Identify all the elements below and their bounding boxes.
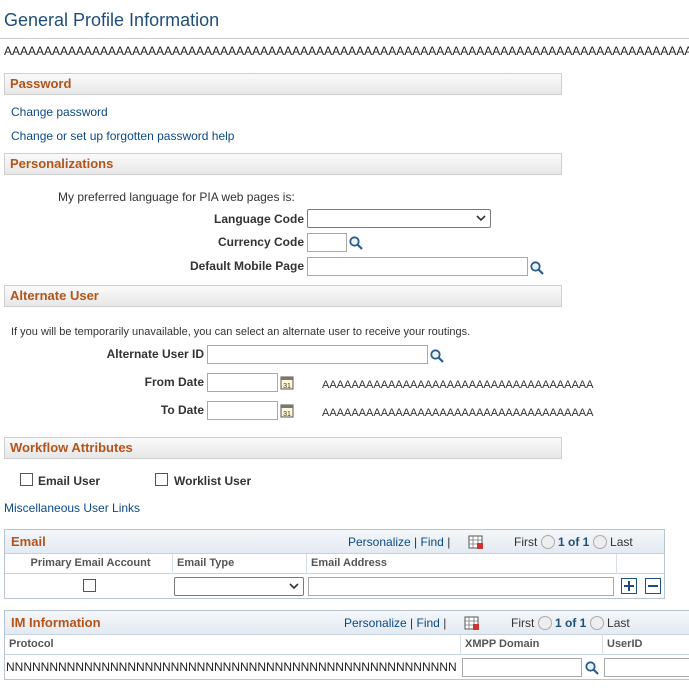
preferred-language-intro: My preferred language for PIA web pages …	[58, 190, 295, 204]
email-grid-pagination: First 1 of 1 Last	[514, 535, 633, 549]
col-xmpp-domain: XMPP Domain	[461, 635, 603, 655]
email-find-link[interactable]: Find	[421, 535, 444, 549]
email-grid: Email Personalize | Find | First 1 of 1 …	[4, 529, 665, 599]
minus-icon[interactable]	[645, 578, 661, 594]
email-row-range: 1 of 1	[558, 535, 590, 549]
table-row	[5, 574, 664, 598]
email-user-checkbox[interactable]	[20, 473, 33, 486]
change-password-link[interactable]: Change password	[11, 105, 108, 119]
title-divider	[0, 38, 689, 39]
next-icon[interactable]	[589, 616, 604, 630]
calendar-icon[interactable]: 31	[279, 403, 295, 419]
svg-text:31: 31	[283, 411, 291, 418]
im-grid-tools: Personalize | Find |	[344, 616, 446, 630]
xmpp-domain-input[interactable]	[462, 658, 582, 677]
im-grid-pagination: First 1 of 1 Last	[511, 616, 630, 630]
protocol-value: NNNNNNNNNNNNNNNNNNNNNNNNNNNNNNNNNNNNNNNN…	[6, 660, 457, 674]
to-date-input[interactable]	[207, 401, 278, 420]
language-code-select[interactable]	[307, 209, 491, 228]
grid-icon[interactable]	[468, 534, 484, 550]
alternate-user-section-header: Alternate User	[4, 285, 562, 307]
misc-user-links[interactable]: Miscellaneous User Links	[4, 501, 140, 515]
currency-code-label: Currency Code	[217, 235, 304, 249]
email-first-label: First	[514, 535, 538, 549]
col-primary-email: Primary Email Account	[5, 554, 173, 574]
table-row: NNNNNNNNNNNNNNNNNNNNNNNNNNNNNNNNNNNNNNNN…	[5, 655, 689, 679]
magnifier-icon[interactable]	[348, 235, 364, 251]
from-date-format-hint: AAAAAAAAAAAAAAAAAAAAAAAAAAAAAAAAAAAAA	[322, 379, 594, 391]
worklist-user-checkbox[interactable]	[155, 473, 168, 486]
im-grid-header: IM Information Personalize | Find | Firs…	[5, 611, 689, 635]
language-code-label: Language Code	[213, 212, 304, 226]
email-grid-separator: |	[447, 535, 451, 549]
previous-icon[interactable]	[537, 616, 552, 630]
email-grid-header: Email Personalize | Find | First 1 of 1 …	[5, 530, 664, 554]
personalizations-section-header: Personalizations	[4, 153, 562, 175]
default-mobile-page-input[interactable]	[307, 257, 528, 276]
from-date-label: From Date	[144, 375, 204, 389]
col-email-address: Email Address	[307, 554, 617, 574]
email-grid-tools: Personalize | Find |	[348, 535, 450, 549]
im-grid-title: IM Information	[11, 615, 101, 630]
password-section-header: Password	[4, 73, 562, 95]
currency-code-input[interactable]	[307, 233, 347, 252]
col-protocol: Protocol	[5, 635, 461, 655]
im-row-range: 1 of 1	[555, 616, 587, 630]
to-date-label: To Date	[160, 403, 204, 417]
magnifier-icon[interactable]	[429, 348, 445, 364]
alternate-user-intro: If you will be temporarily unavailable, …	[11, 326, 471, 338]
email-user-label: Email User	[38, 474, 101, 488]
page-title: General Profile Information	[4, 10, 220, 30]
im-grid-separator: |	[410, 616, 414, 630]
chevron-down-icon	[289, 583, 299, 590]
email-grid-separator: |	[414, 535, 418, 549]
worklist-user-label: Worklist User	[174, 474, 252, 488]
svg-text:31: 31	[283, 383, 291, 390]
col-email-type: Email Type	[173, 554, 307, 574]
chevron-down-icon	[476, 215, 486, 222]
email-last-label: Last	[610, 535, 633, 549]
forgotten-password-help-link[interactable]: Change or set up forgotten password help	[11, 129, 234, 143]
magnifier-icon[interactable]	[529, 260, 545, 276]
from-date-input[interactable]	[207, 373, 278, 392]
workflow-attributes-section-header: Workflow Attributes	[4, 437, 562, 459]
email-address-input[interactable]	[308, 577, 614, 596]
email-personalize-link[interactable]: Personalize	[348, 535, 411, 549]
grid-icon[interactable]	[464, 615, 480, 631]
default-mobile-page-label: Default Mobile Page	[189, 259, 304, 273]
email-type-select[interactable]	[174, 577, 304, 596]
primary-email-checkbox[interactable]	[83, 579, 96, 592]
previous-icon[interactable]	[540, 535, 555, 549]
plus-icon[interactable]	[621, 578, 637, 594]
calendar-icon[interactable]: 31	[279, 375, 295, 391]
next-icon[interactable]	[592, 535, 607, 549]
email-grid-title: Email	[11, 534, 46, 549]
email-column-headers: Primary Email Account Email Type Email A…	[5, 554, 664, 574]
im-find-link[interactable]: Find	[417, 616, 440, 630]
alternate-user-id-label: Alternate User ID	[106, 347, 204, 361]
im-userid-input[interactable]	[604, 658, 689, 677]
alternate-user-id-input[interactable]	[207, 345, 428, 364]
im-personalize-link[interactable]: Personalize	[344, 616, 407, 630]
filler-text: AAAAAAAAAAAAAAAAAAAAAAAAAAAAAAAAAAAAAAAA…	[4, 44, 689, 58]
col-userid: UserID	[607, 638, 643, 650]
magnifier-icon[interactable]	[584, 660, 600, 676]
im-last-label: Last	[607, 616, 630, 630]
im-column-headers: Protocol XMPP Domain UserID	[5, 635, 689, 655]
im-grid-separator: |	[443, 616, 447, 630]
im-first-label: First	[511, 616, 535, 630]
im-information-grid: IM Information Personalize | Find | Firs…	[4, 610, 689, 680]
to-date-format-hint: AAAAAAAAAAAAAAAAAAAAAAAAAAAAAAAAAAAAA	[322, 407, 594, 419]
